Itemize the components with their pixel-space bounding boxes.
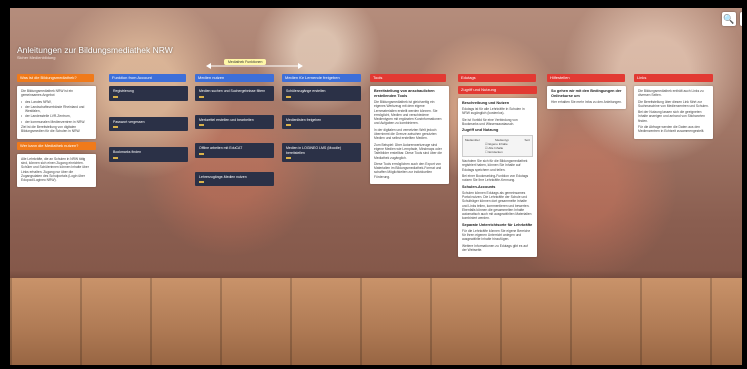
board-column: Hilfestellen So gehen wir mit den Bedingu… xyxy=(547,74,626,112)
link-card[interactable]: Medien suchen und Suchergebnisse filtern xyxy=(195,86,274,101)
board-column: Medien für Lernende freigeben Schülerzugä… xyxy=(282,74,361,176)
card-label: Medien in LOGINEO LMS (Moodle) bereitste… xyxy=(286,146,342,155)
card-paragraph: Für die Lehrkräfte können Sie eigene Ber… xyxy=(462,228,531,242)
card-paragraph: Zum Beispiel: Über Autorenwerkzeuge sind… xyxy=(374,142,442,160)
card-indicator xyxy=(199,95,204,98)
card-paragraph: Bei einer Bookmarking-Funktion von Eduta… xyxy=(462,174,529,183)
board-column: Edutags Zugriff und Nutzung Beschreibung u… xyxy=(458,74,537,260)
bullet-item: der kommunalen Medienzentren in NRW. xyxy=(21,120,92,125)
wooden-floor xyxy=(10,278,742,365)
card-paragraph: Die Bildungsmediathek NRW ist ein gemein… xyxy=(21,89,73,98)
column-header[interactable]: Edutags xyxy=(458,74,536,82)
card-paragraph: Die Bildungsmediathek enthält auch Links… xyxy=(638,89,704,98)
link-card[interactable]: Schülerzugänge erstellen xyxy=(282,86,361,101)
card-indicator xyxy=(286,95,291,98)
board-column: Tools Bereitstellung von anschaulichen er… xyxy=(370,74,449,187)
card-heading: So gehen wir mit den Bedingungen der Onl… xyxy=(551,89,622,98)
column-header[interactable]: Medien für Lernende freigeben xyxy=(282,74,361,82)
search-icon[interactable]: 🔍 xyxy=(722,12,736,26)
text-card[interactable]: Bereitstellung von anschaulichen erstell… xyxy=(370,86,449,185)
card-label: Lehrerzugänge-Medien nutzen xyxy=(199,174,247,179)
card-subheading: Zugriff und Nutzung xyxy=(462,128,499,133)
section-header[interactable]: Zugriff und Nutzung xyxy=(458,86,537,94)
link-card[interactable]: Offline arbeiten mit EduCAT xyxy=(195,143,274,158)
embedded-screenshot: MedientitelMedientypSortEigene InhalteAl… xyxy=(462,135,533,158)
board-column: Links Die Bildungsmediathek enthält auch … xyxy=(634,74,713,142)
link-card[interactable]: Bookmarks finden xyxy=(109,147,188,162)
column-header[interactable]: Medien nutzen xyxy=(195,74,274,82)
board-subtitle: Sicher Medienbildung xyxy=(17,55,56,60)
card-label: Medien suchen und Suchergebnisse filtern xyxy=(199,89,266,93)
card-heading: Bereitstellung von anschaulichen erstell… xyxy=(374,89,435,98)
bullet-item: der Landesstelle LVR-Zentrum, xyxy=(21,114,92,119)
card-indicator xyxy=(113,126,118,128)
board-frame: 🔍 ⋮ Anleitungen zur Bildungsmediathek NR… xyxy=(0,0,747,369)
card-paragraph: Alle Lehrkräfte, die an Schulen in NRW t… xyxy=(21,156,89,183)
card-paragraph: Sie ist Vorbild für eine Verbindung von … xyxy=(462,117,518,126)
more-vertical-icon[interactable]: ⋮ xyxy=(740,12,742,26)
column-header[interactable]: Funktion from Account xyxy=(109,74,186,82)
table-col: Sort xyxy=(524,138,530,143)
text-card[interactable]: Die Bildungsmediathek NRW ist ein gemein… xyxy=(17,86,96,139)
card-label: Registrierung xyxy=(113,89,134,93)
column-header[interactable]: Hilfestellen xyxy=(547,74,625,82)
board-column: Medien nutzen Medien suchen und Suchergeb… xyxy=(195,74,274,200)
card-indicator xyxy=(286,124,291,126)
text-card[interactable]: So gehen wir mit den Bedingungen der Onl… xyxy=(547,86,626,110)
card-subheading: Schulen-Accounts xyxy=(462,184,496,189)
card-paragraph: Schulen können Edutags als gemeinsames P… xyxy=(462,190,532,221)
board-column: Was ist die Bildungsmediathek? Die Bildun… xyxy=(17,74,96,190)
card-indicator xyxy=(113,95,118,98)
link-card[interactable]: Medienlisten freigeben xyxy=(282,114,361,129)
link-card[interactable]: Registrierung xyxy=(109,86,188,101)
card-subheading: Separate Unterrichtsorte für Lehrkräfte xyxy=(462,222,533,227)
table-col: Medientitel xyxy=(465,138,480,143)
column-header[interactable]: Links xyxy=(634,74,713,82)
card-paragraph: Nachdem Sie sich für die Bildungsmediath… xyxy=(462,159,528,172)
bullet-item: des Landes NRW, xyxy=(21,100,92,105)
card-label: Bookmarks finden xyxy=(113,150,142,154)
card-indicator xyxy=(199,124,204,126)
card-paragraph: Hier erhalten Sie mehr Infos zu den Anle… xyxy=(551,100,622,104)
filter-checkbox: Entdecken xyxy=(465,150,530,154)
card-paragraph: Bei der Nutzung lassen sich die geeignet… xyxy=(638,110,705,123)
card-paragraph: In der digitalen und vernetzten Welt jed… xyxy=(374,127,437,141)
card-indicator xyxy=(199,181,204,183)
card-label: Merkzettel erstellen und bearbeiten xyxy=(199,117,254,122)
card-label: Medienlisten freigeben xyxy=(286,117,322,122)
link-card[interactable]: Merkzettel erstellen und bearbeiten xyxy=(195,114,274,129)
card-indicator xyxy=(199,152,204,155)
card-indicator xyxy=(113,156,118,159)
bullet-list: des Landes NRW,der Landschaftsverbände R… xyxy=(21,100,92,125)
card-label: Schülerzugänge erstellen xyxy=(286,89,326,93)
card-paragraph: Edutags ist für alle Lehrkräfte in Schul… xyxy=(462,107,525,116)
column-header[interactable]: Was ist die Bildungsmediathek? xyxy=(17,74,94,82)
arrow-label: Mediathek Funktionen xyxy=(224,59,267,65)
card-indicator xyxy=(286,157,291,159)
link-card[interactable]: Lehrerzugänge-Medien nutzen xyxy=(195,171,274,186)
bullet-item: der Landschaftsverbände Rheinland und We… xyxy=(21,105,92,114)
section-header[interactable]: Wer kann die Mediathek nutzen? xyxy=(17,141,96,150)
card-label: Passwort vergessen xyxy=(113,119,145,124)
link-card[interactable]: Passwort vergessen xyxy=(109,116,188,131)
card-heading: Beschreibung und Nutzen xyxy=(462,101,510,105)
card-paragraph: Weitere Informationen zu Edutags gibt es… xyxy=(462,243,528,252)
card-paragraph: Die Bereitstellung über diesen Link führ… xyxy=(638,99,709,108)
board-title: Anleitungen zur Bildungsmediathek NRW xyxy=(17,45,173,55)
column-header[interactable]: Tools xyxy=(370,74,446,82)
link-card[interactable]: Medien in LOGINEO LMS (Moodle) bereitste… xyxy=(282,143,361,162)
card-paragraph: Ziel ist die Bereitstellung von digitale… xyxy=(21,125,81,134)
card-paragraph: Für die Abfrage werden die Daten aus den… xyxy=(638,125,705,134)
text-card[interactable]: Die Bildungsmediathek enthält auch Links… xyxy=(634,86,713,139)
card-label: Offline arbeiten mit EduCAT xyxy=(199,146,243,150)
text-card[interactable]: Beschreibung und Nutzen Edutags ist für a… xyxy=(458,98,537,258)
board-column: Funktion from Account Registrierung Passwo… xyxy=(109,74,188,178)
text-card[interactable]: Alle Lehrkräfte, die an Schulen in NRW t… xyxy=(17,153,96,188)
card-paragraph: Die Bildungsmediathek ist gleichzeitig e… xyxy=(374,100,442,126)
card-paragraph: Diese Tools ermöglichen auch den Export … xyxy=(374,161,442,179)
